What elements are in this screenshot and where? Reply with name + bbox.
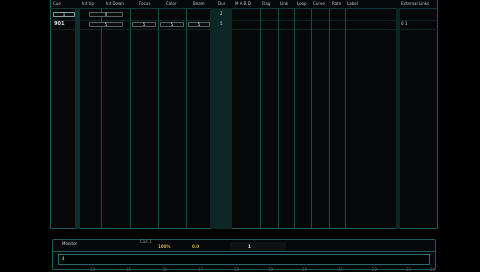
column-separator	[158, 8, 159, 229]
cue-number[interactable]: 901	[54, 21, 64, 27]
header-cue[interactable]: Cue	[53, 0, 61, 8]
monitor-label: Monitor	[62, 241, 78, 246]
time-value: 0.0	[192, 244, 200, 249]
header-loop[interactable]: Loop	[297, 0, 307, 8]
focus-field[interactable]: 5	[160, 22, 184, 27]
column-separator	[329, 8, 330, 229]
header-divider	[50, 8, 438, 9]
column-band	[75, 8, 80, 229]
int-up-value: 0	[104, 12, 108, 17]
header-flag[interactable]: Flag	[262, 0, 270, 8]
int-up-field[interactable]: 0	[89, 12, 123, 17]
header-beam[interactable]: Beam	[193, 0, 205, 8]
row-divider	[50, 20, 438, 21]
external-links-value: 0 1	[401, 21, 408, 26]
column-separator	[101, 8, 102, 229]
column-separator	[186, 8, 187, 229]
column-separator	[278, 8, 279, 229]
color-field[interactable]: 5	[188, 22, 210, 27]
color-value: 5	[197, 22, 201, 27]
int-up-value: 5	[104, 22, 108, 27]
percent-value: 100%	[158, 244, 171, 249]
header-int-up[interactable]: Int Up	[82, 0, 94, 8]
header-mark[interactable]: M A B D	[235, 0, 251, 8]
header-label[interactable]: Label	[347, 0, 358, 8]
fader-value: 1	[248, 244, 251, 249]
int-down-value: 5	[142, 22, 146, 27]
header-int-down[interactable]: Int Down	[106, 0, 124, 8]
command-line-text: 4	[62, 256, 65, 261]
cue-number: 1	[62, 12, 66, 17]
header-rate[interactable]: Rate	[332, 0, 341, 8]
focus-value: 5	[170, 22, 174, 27]
column-separator	[130, 8, 131, 229]
column-separator	[260, 8, 261, 229]
command-line-field[interactable]	[58, 254, 430, 265]
header-focus[interactable]: Focus	[139, 0, 150, 8]
column-band	[396, 8, 400, 229]
int-down-field[interactable]: 5	[132, 22, 156, 27]
column-separator	[294, 8, 295, 229]
duration-value: 5	[220, 21, 223, 26]
duration-value: 2	[220, 11, 223, 16]
header-dur[interactable]: Dur	[218, 0, 225, 8]
header-color[interactable]: Color	[166, 0, 176, 8]
header-external-links[interactable]: External Links	[401, 0, 429, 8]
header-link[interactable]: Link	[280, 0, 288, 8]
column-separator	[345, 8, 346, 229]
int-up-field[interactable]: 5	[89, 22, 123, 27]
status-divider	[53, 251, 435, 252]
column-separator	[311, 8, 312, 229]
column-band	[210, 8, 232, 229]
header-curve[interactable]: Curve	[313, 0, 325, 8]
cue-label: Cue 1	[140, 239, 152, 244]
fader-track[interactable]	[230, 242, 286, 251]
row-divider	[50, 29, 438, 30]
cue-number-field[interactable]: 1	[53, 12, 75, 17]
cue-list-panel	[50, 0, 438, 229]
